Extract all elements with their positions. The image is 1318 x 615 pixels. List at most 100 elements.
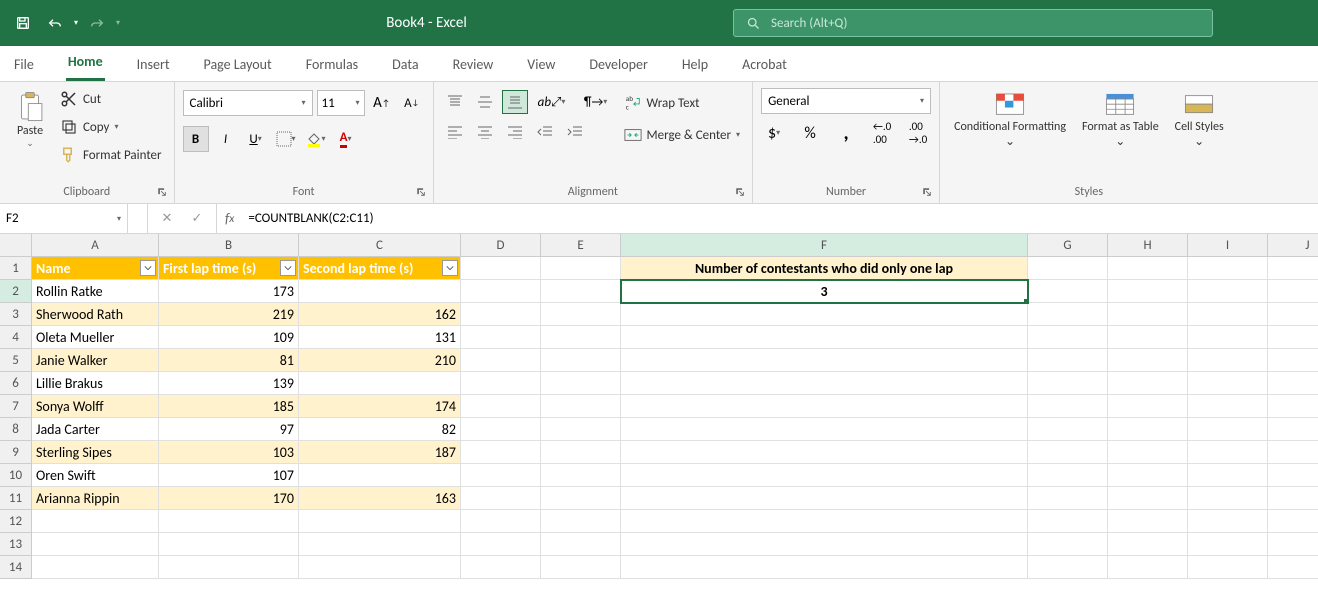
cell-D11[interactable] (461, 487, 541, 510)
cell-A2[interactable]: Rollin Ratke (32, 280, 159, 303)
cell-E6[interactable] (541, 372, 621, 395)
cell-A9[interactable]: Sterling Sipes (32, 441, 159, 464)
row-header-7[interactable]: 7 (0, 395, 32, 418)
cell-E13[interactable] (541, 533, 621, 556)
cell-G8[interactable] (1028, 418, 1108, 441)
cell-A12[interactable] (32, 510, 159, 533)
cell-B2[interactable]: 173 (159, 280, 299, 303)
cell-J9[interactable] (1268, 441, 1318, 464)
search-box[interactable]: Search (Alt+Q) (733, 9, 1213, 37)
wrap-text-button[interactable]: abc Wrap Text (620, 90, 745, 116)
tab-formulas[interactable]: Formulas (304, 48, 360, 81)
redo-button[interactable] (84, 10, 110, 36)
cell-G3[interactable] (1028, 303, 1108, 326)
font-launcher[interactable] (415, 187, 427, 199)
cell-E12[interactable] (541, 510, 621, 533)
cell-D8[interactable] (461, 418, 541, 441)
paste-button[interactable]: Paste ⌄ (8, 86, 52, 149)
cell-A8[interactable]: Jada Carter (32, 418, 159, 441)
cell-H3[interactable] (1108, 303, 1188, 326)
cell-H4[interactable] (1108, 326, 1188, 349)
row-header-12[interactable]: 12 (0, 510, 32, 533)
cell-A3[interactable]: Sherwood Rath (32, 303, 159, 326)
cell-G14[interactable] (1028, 556, 1108, 579)
cell-J8[interactable] (1268, 418, 1318, 441)
cell-J13[interactable] (1268, 533, 1318, 556)
cell-C7[interactable]: 174 (299, 395, 461, 418)
cell-B4[interactable]: 109 (159, 326, 299, 349)
cell-G5[interactable] (1028, 349, 1108, 372)
cell-A13[interactable] (32, 533, 159, 556)
row-header-2[interactable]: 2 (0, 280, 32, 303)
cell-E10[interactable] (541, 464, 621, 487)
cell-C9[interactable]: 187 (299, 441, 461, 464)
cell-A7[interactable]: Sonya Wolff (32, 395, 159, 418)
cell-C6[interactable] (299, 372, 461, 395)
cell-I5[interactable] (1188, 349, 1268, 372)
borders-button[interactable]: ▾ (273, 126, 299, 152)
cell-A1[interactable]: Name (32, 257, 159, 280)
cell-H14[interactable] (1108, 556, 1188, 579)
cell-F1[interactable]: Number of contestants who did only one l… (621, 257, 1028, 280)
tab-insert[interactable]: Insert (135, 48, 172, 81)
cell-H1[interactable] (1108, 257, 1188, 280)
row-header-8[interactable]: 8 (0, 418, 32, 441)
cell-J4[interactable] (1268, 326, 1318, 349)
cell-B1[interactable]: First lap time (s) (159, 257, 299, 280)
cell-F14[interactable] (621, 556, 1028, 579)
row-header-3[interactable]: 3 (0, 303, 32, 326)
row-header-1[interactable]: 1 (0, 257, 32, 280)
cell-D2[interactable] (461, 280, 541, 303)
cell-J7[interactable] (1268, 395, 1318, 418)
cell-J1[interactable] (1268, 257, 1318, 280)
cell-G9[interactable] (1028, 441, 1108, 464)
enter-formula-button[interactable]: ✓ (182, 207, 212, 231)
tab-view[interactable]: View (525, 48, 557, 81)
cell-G7[interactable] (1028, 395, 1108, 418)
tab-page-layout[interactable]: Page Layout (202, 48, 274, 81)
number-format-select[interactable]: General▾ (761, 88, 931, 114)
cell-D3[interactable] (461, 303, 541, 326)
column-header-E[interactable]: E (541, 234, 621, 257)
decrease-indent-button[interactable] (532, 120, 558, 144)
row-header-6[interactable]: 6 (0, 372, 32, 395)
column-header-D[interactable]: D (461, 234, 541, 257)
merge-center-button[interactable]: Merge & Center ▾ (620, 122, 745, 148)
tab-review[interactable]: Review (451, 48, 496, 81)
bold-button[interactable]: B (183, 126, 209, 152)
tab-developer[interactable]: Developer (587, 48, 649, 81)
cell-C1[interactable]: Second lap time (s) (299, 257, 461, 280)
cell-J11[interactable] (1268, 487, 1318, 510)
cell-I9[interactable] (1188, 441, 1268, 464)
accounting-format-button[interactable]: $▾ (761, 120, 787, 146)
cell-G6[interactable] (1028, 372, 1108, 395)
cell-C4[interactable]: 131 (299, 326, 461, 349)
cell-F5[interactable] (621, 349, 1028, 372)
row-header-14[interactable]: 14 (0, 556, 32, 579)
cell-I1[interactable] (1188, 257, 1268, 280)
cell-E2[interactable] (541, 280, 621, 303)
cell-G10[interactable] (1028, 464, 1108, 487)
column-header-H[interactable]: H (1108, 234, 1188, 257)
cell-J5[interactable] (1268, 349, 1318, 372)
cell-F4[interactable] (621, 326, 1028, 349)
cell-H11[interactable] (1108, 487, 1188, 510)
cell-B9[interactable]: 103 (159, 441, 299, 464)
cell-E9[interactable] (541, 441, 621, 464)
column-header-F[interactable]: F (621, 234, 1028, 257)
cell-J14[interactable] (1268, 556, 1318, 579)
fill-handle[interactable] (1024, 299, 1028, 303)
cell-J10[interactable] (1268, 464, 1318, 487)
copy-button[interactable]: Copy ▾ (56, 114, 166, 140)
cell-F13[interactable] (621, 533, 1028, 556)
cell-B10[interactable]: 107 (159, 464, 299, 487)
column-header-J[interactable]: J (1268, 234, 1318, 257)
underline-button[interactable]: U▾ (243, 126, 269, 152)
cell-C11[interactable]: 163 (299, 487, 461, 510)
number-launcher[interactable] (921, 187, 933, 199)
cell-D5[interactable] (461, 349, 541, 372)
cell-G13[interactable] (1028, 533, 1108, 556)
font-size-select[interactable]: 11▾ (317, 90, 365, 116)
cell-F9[interactable] (621, 441, 1028, 464)
cell-C2[interactable] (299, 280, 461, 303)
